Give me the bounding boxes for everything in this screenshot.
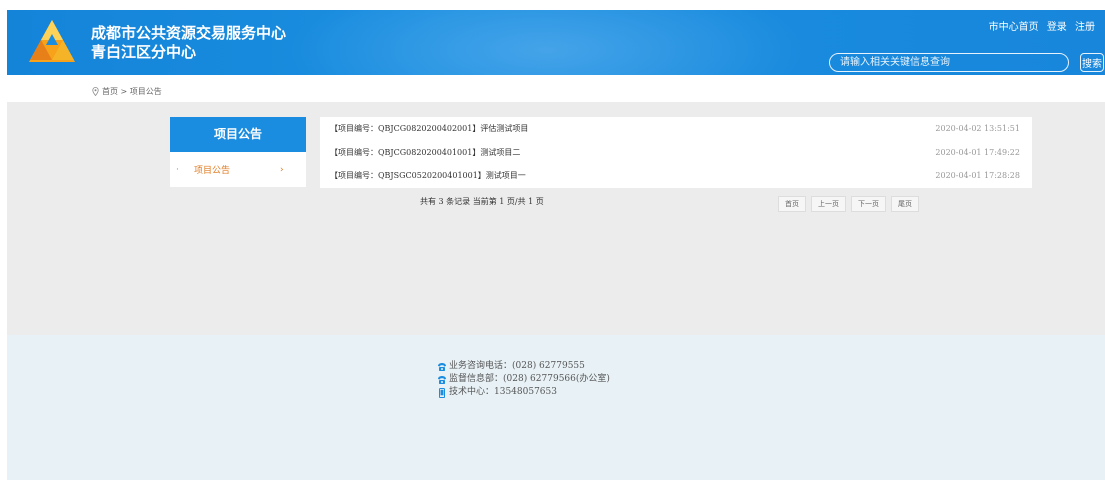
site-name-line1: 成都市公共资源交易服务中心 [91,24,287,42]
sidebar-item-project-notice[interactable]: · 项目公告 › [170,152,306,187]
last-page-button[interactable]: 尾页 [891,196,919,212]
pagination: 首页 上一页 下一页 尾页 [778,196,919,212]
phone-icon [438,362,446,371]
consult-phone: 业务咨询电话：(028) 62779555 [449,361,585,371]
list-item[interactable]: 【项目编号：QBJCG0820200401001】测试项目二 2020-04-0… [320,141,1032,165]
login-link[interactable]: 登录 [1047,22,1067,33]
site-name[interactable]: 成都市公共资源交易服务中心 青白江区分中心 [91,24,286,62]
breadcrumb-text[interactable]: 首页 > 项目公告 [102,86,162,97]
mobile-icon [439,387,445,398]
sidebar-title: 项目公告 [170,117,306,152]
notice-title[interactable]: 【项目编号：QBJSGC0520200401001】测试项目一 [330,170,526,181]
notice-date: 2020-04-01 17:28:28 [935,171,1020,181]
next-page-button[interactable]: 下一页 [851,196,886,212]
breadcrumb: 首页 > 项目公告 [92,86,162,97]
search-input[interactable] [829,53,1069,72]
site-footer [7,335,1105,480]
footer-contact-info: 业务咨询电话：(028) 62779555 监督信息部：(028) 627795… [437,360,610,399]
notice-list: 【项目编号：QBJCG0820200402001】评估测试项目 2020-04-… [320,117,1032,188]
first-page-button[interactable]: 首页 [778,196,806,212]
footer-tech-line: 技术中心：13548057653 [437,386,610,399]
notice-date: 2020-04-02 13:51:51 [935,124,1020,134]
location-pin-icon [92,87,99,96]
list-item[interactable]: 【项目编号：QBJSGC0520200401001】测试项目一 2020-04-… [320,164,1032,188]
list-item[interactable]: 【项目编号：QBJCG0820200402001】评估测试项目 2020-04-… [320,117,1032,141]
notice-date: 2020-04-01 17:49:22 [935,147,1020,157]
city-center-home-link[interactable]: 市中心首页 [989,22,1039,33]
sidebar: 项目公告 · 项目公告 › [170,117,306,187]
header-glow [287,10,807,75]
site-header: 成都市公共资源交易服务中心 青白江区分中心 市中心首页 登录 注册 搜索 [7,10,1105,75]
pagination-info: 共有 3 条记录 当前第 1 页/共 1 页 [420,197,544,206]
site-logo-icon[interactable] [27,18,77,64]
register-link[interactable]: 注册 [1075,22,1095,33]
supervise-phone: 监督信息部：(028) 62779566(办公室) [449,374,610,384]
site-name-line2: 青白江区分中心 [91,43,197,61]
phone-icon [438,375,446,384]
top-links: 市中心首页 登录 注册 [984,18,1095,33]
search-button[interactable]: 搜索 [1080,53,1104,72]
footer-supervise-line: 监督信息部：(028) 62779566(办公室) [437,373,610,386]
notice-title[interactable]: 【项目编号：QBJCG0820200402001】评估测试项目 [330,123,528,134]
chevron-right-icon: › [280,164,284,175]
notice-title[interactable]: 【项目编号：QBJCG0820200401001】测试项目二 [330,147,520,158]
footer-phone-line: 业务咨询电话：(028) 62779555 [437,360,610,373]
tech-center-phone: 技术中心：13548057653 [449,387,557,397]
bullet-icon: · [176,164,179,175]
sidebar-item-label: 项目公告 [194,166,231,176]
prev-page-button[interactable]: 上一页 [811,196,846,212]
